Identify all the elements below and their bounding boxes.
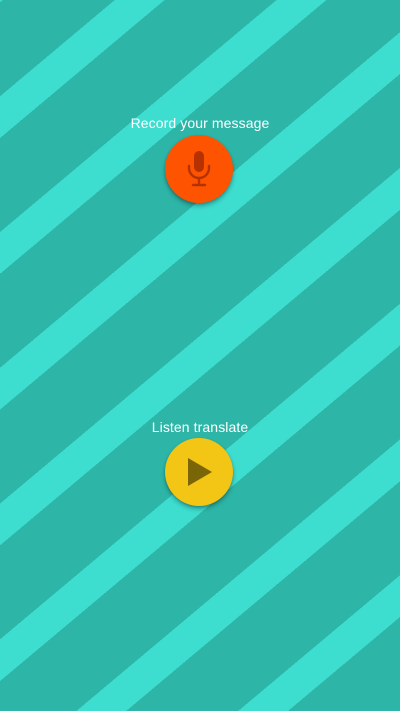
listen-section: Listen translate [0, 419, 400, 506]
listen-label: Listen translate [151, 419, 249, 435]
record-label: Record your message [130, 115, 270, 131]
record-section: Record your message [0, 115, 400, 203]
play-icon [188, 458, 212, 486]
striped-background [0, 0, 400, 711]
record-button[interactable] [165, 135, 233, 203]
microphone-icon [187, 151, 211, 187]
play-button[interactable] [165, 438, 233, 506]
